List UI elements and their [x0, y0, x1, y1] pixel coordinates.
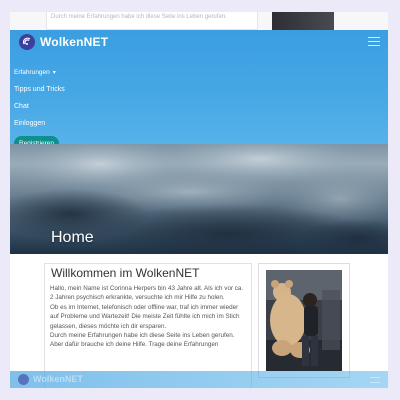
brand-name: WolkenNET: [40, 35, 109, 49]
hero-banner: Home: [10, 144, 388, 254]
page-frame: Durch meine Erfahrungen habe ich diese S…: [10, 12, 388, 388]
ghost-brand-name: WolkenNET: [33, 374, 83, 384]
cloud-logo-icon: [19, 34, 35, 50]
nav-item-erfahrungen[interactable]: Erfahrungen ▾: [14, 64, 65, 81]
brand-link[interactable]: WolkenNET: [19, 34, 108, 50]
author-photo: [266, 270, 342, 371]
welcome-paragraph: Durch meine Erfahrungen habe ich diese S…: [50, 332, 235, 340]
welcome-text: Hallo, mein Name ist Corinna Herpers bin…: [50, 284, 248, 350]
cloud-logo-icon: [18, 374, 29, 385]
welcome-paragraph: Ob es im Internet, telefonisch oder offl…: [50, 303, 240, 330]
nav-item-label: Erfahrungen: [14, 69, 50, 76]
navbar: WolkenNET Erfahrungen ▾ Tipps und Tricks …: [10, 30, 388, 156]
ghost-image: [272, 12, 334, 30]
welcome-title: Willkommen im WolkenNET: [51, 266, 200, 280]
nav-item-chat[interactable]: Chat: [14, 98, 65, 115]
nav-menu: Erfahrungen ▾ Tipps und Tricks Chat Einlo…: [14, 64, 65, 151]
ghost-text: Durch meine Erfahrungen habe ich diese S…: [51, 14, 227, 20]
nav-item-tipps[interactable]: Tipps und Tricks: [14, 81, 65, 98]
caret-down-icon: ▾: [52, 70, 56, 76]
welcome-paragraph: Aber dafür brauche ich deine Hilfe. Trag…: [50, 341, 219, 349]
photo-card: [258, 263, 350, 378]
welcome-card: Willkommen im WolkenNET Hallo, mein Name…: [44, 263, 252, 388]
scrolled-content-remnant: Durch meine Erfahrungen habe ich diese S…: [10, 12, 388, 32]
hero-title: Home: [51, 229, 94, 246]
welcome-paragraph: Hallo, mein Name ist Corinna Herpers bin…: [50, 285, 244, 302]
menu-toggle-icon: [370, 377, 380, 383]
nav-item-einloggen[interactable]: Einloggen: [14, 115, 65, 132]
ghost-card: Durch meine Erfahrungen habe ich diese S…: [46, 12, 258, 30]
menu-toggle-icon[interactable]: [368, 37, 380, 47]
ghost-navbar-overlay: WolkenNET: [10, 371, 388, 388]
